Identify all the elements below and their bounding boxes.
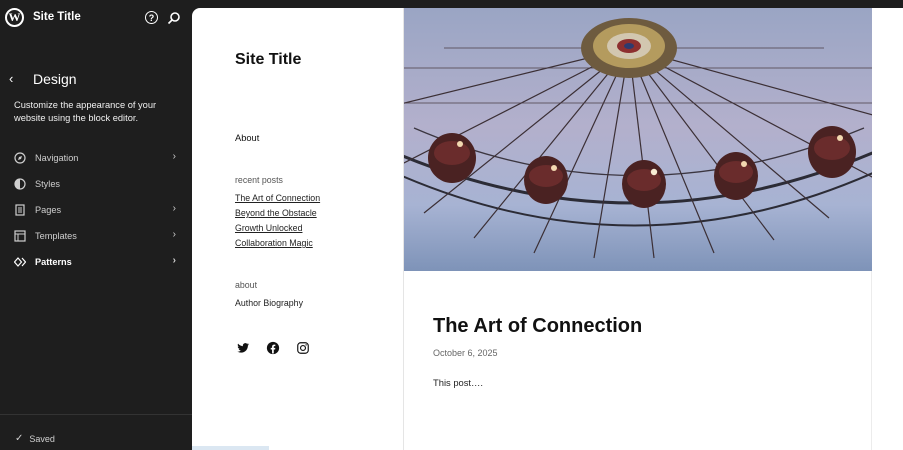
sidebar-item-label: Styles [35, 179, 61, 189]
sidebar-item-label: Patterns [35, 257, 72, 267]
chevron-right-icon: › [172, 203, 176, 214]
sidebar-item-templates[interactable]: Templates › [14, 226, 180, 246]
site-name[interactable]: Site Title [33, 11, 81, 23]
wordpress-logo-icon[interactable]: W [5, 8, 24, 27]
sidebar-item-label: Templates [35, 231, 77, 241]
author-biography: Author Biography [235, 298, 303, 308]
panel-description: Customize the appearance of your website… [14, 100, 157, 123]
back-button[interactable]: ‹ [9, 72, 21, 86]
facebook-icon[interactable] [266, 341, 280, 355]
divider [0, 414, 192, 415]
help-icon[interactable]: ? [145, 11, 158, 24]
styles-icon [14, 178, 26, 190]
ferris-wheel-illustration [404, 18, 872, 259]
recent-post-link[interactable]: Beyond the Obstacle [235, 208, 317, 218]
post-date: October 6, 2025 [433, 348, 498, 358]
preview-nav-about[interactable]: About [235, 133, 259, 143]
save-status-label: Saved [29, 433, 55, 444]
recent-post-link[interactable]: The Art of Connection [235, 193, 320, 203]
design-sidebar: W Site Title ? ‹ Design Customize the ap… [0, 0, 192, 450]
pages-icon [14, 204, 26, 216]
sidebar-item-patterns[interactable]: Patterns › [14, 252, 180, 272]
sidebar-item-navigation[interactable]: Navigation › [14, 148, 180, 168]
ferris-wheel-photo[interactable] [404, 8, 872, 271]
panel-title: Design [33, 71, 77, 87]
sidebar-item-pages[interactable]: Pages › [14, 200, 180, 220]
recent-post-link[interactable]: Collaboration Magic [235, 238, 313, 248]
chevron-right-icon: › [172, 229, 176, 240]
search-icon[interactable] [167, 11, 181, 25]
save-status: ✓ Saved [15, 433, 55, 444]
sidebar-item-label: Pages [35, 205, 62, 215]
preview-site-title[interactable]: Site Title [235, 51, 301, 69]
sidebar-item-label: Navigation [35, 153, 79, 163]
sidebar-item-styles[interactable]: Styles [14, 174, 180, 194]
post-title[interactable]: The Art of Connection [433, 315, 642, 338]
twitter-icon[interactable] [236, 341, 250, 355]
post-excerpt: This post…. [433, 377, 484, 388]
chevron-right-icon: › [172, 255, 176, 266]
patterns-icon [14, 256, 26, 268]
templates-icon [14, 230, 26, 242]
resize-handle-strip [192, 446, 269, 450]
recent-post-link[interactable]: Growth Unlocked [235, 223, 302, 233]
recent-posts-heading: recent posts [235, 175, 283, 185]
column-divider [871, 271, 872, 450]
check-icon: ✓ [15, 433, 24, 444]
instagram-icon[interactable] [296, 341, 310, 355]
about-heading: about [235, 280, 258, 290]
site-preview-canvas[interactable]: Site Title About recent posts The Art of… [192, 8, 903, 450]
navigation-icon [14, 152, 26, 164]
chevron-right-icon: › [172, 151, 176, 162]
